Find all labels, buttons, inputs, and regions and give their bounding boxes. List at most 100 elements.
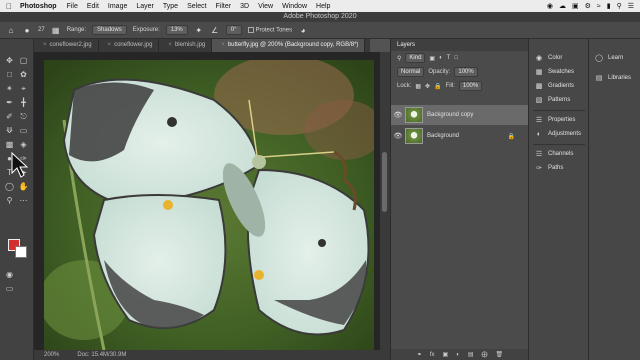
kind-filter-select[interactable]: Kind bbox=[405, 53, 426, 63]
airbrush-icon[interactable]: ✦ bbox=[194, 25, 204, 35]
brush-tool-icon[interactable]: ✐ bbox=[4, 111, 15, 122]
protect-tones-toggle[interactable]: Protect Tones bbox=[247, 26, 292, 33]
menu-type[interactable]: Type bbox=[163, 3, 178, 10]
quick-mask-icon[interactable]: ◉ bbox=[4, 269, 15, 280]
menu-app-name[interactable]: Photoshop bbox=[20, 3, 57, 10]
filter-type-icon[interactable]: T bbox=[447, 55, 451, 61]
camera-icon[interactable]: ▣ bbox=[572, 2, 579, 10]
adjustment-layer-icon[interactable]: ◐ bbox=[456, 352, 460, 358]
layer-row-background[interactable]: 👁 Background 🔒 bbox=[391, 126, 529, 146]
tab-butterfly[interactable]: × butterfly.jpg @ 200% (Background copy, … bbox=[212, 39, 366, 52]
panel-adjustments[interactable]: ◐ Adjustments bbox=[529, 128, 589, 140]
tab-coneflower[interactable]: × coneflower.jpg bbox=[99, 39, 160, 52]
menu-3d[interactable]: 3D bbox=[240, 3, 249, 10]
search-icon[interactable]: ⚲ bbox=[617, 2, 622, 10]
magic-wand-icon[interactable]: ✴ bbox=[4, 83, 15, 94]
control-center-icon[interactable]: ☰ bbox=[628, 2, 634, 10]
scrollbar-thumb[interactable] bbox=[382, 152, 387, 212]
panel-paths[interactable]: ✑ Paths bbox=[529, 162, 589, 174]
exposure-input[interactable]: 13% bbox=[165, 25, 188, 35]
eye-icon[interactable]: 👁 bbox=[391, 132, 405, 140]
menu-image[interactable]: Image bbox=[108, 3, 127, 10]
document-canvas[interactable] bbox=[34, 52, 380, 350]
menu-file[interactable]: File bbox=[67, 3, 78, 10]
eye-icon[interactable]: 👁 bbox=[391, 111, 405, 119]
eyedropper-icon[interactable]: ✒ bbox=[4, 97, 15, 108]
more-tools-icon[interactable]: ⋯ bbox=[18, 195, 29, 206]
lock-all-icon[interactable]: 🔒 bbox=[434, 83, 441, 90]
fx-button[interactable]: fx bbox=[430, 352, 435, 358]
lock-pixels-icon[interactable]: ▦ bbox=[415, 83, 421, 90]
panel-color[interactable]: ◉ Color bbox=[529, 52, 589, 64]
panel-learn[interactable]: ◯ Learn bbox=[589, 52, 640, 64]
panel-libraries[interactable]: ▤ Libraries bbox=[589, 72, 640, 84]
gradient-tool-icon[interactable]: ▩ bbox=[4, 139, 15, 150]
menu-select[interactable]: Select bbox=[187, 3, 206, 10]
screen-mode-icon[interactable]: ▭ bbox=[4, 283, 15, 294]
zoom-level[interactable]: 200% bbox=[44, 350, 59, 360]
background-color-swatch[interactable] bbox=[15, 246, 27, 258]
delete-layer-icon[interactable]: 🗑 bbox=[496, 351, 504, 358]
menu-layer[interactable]: Layer bbox=[136, 3, 154, 10]
wifi-icon[interactable]: ≈ bbox=[597, 3, 601, 10]
zoom-tool-icon[interactable]: ⚲ bbox=[4, 195, 15, 206]
lasso-tool-icon[interactable]: ✿ bbox=[18, 69, 29, 80]
group-icon[interactable]: ▤ bbox=[468, 351, 474, 358]
tab-coneflower2[interactable]: × coneflower2.jpg bbox=[34, 39, 99, 52]
artboard-tool-icon[interactable]: ▢ bbox=[18, 55, 29, 66]
filter-adjust-icon[interactable]: ◐ bbox=[439, 55, 443, 61]
history-brush-icon[interactable]: ⟱ bbox=[4, 125, 15, 136]
blur-tool-icon[interactable]: ◈ bbox=[18, 139, 29, 150]
panel-properties[interactable]: ☰ Properties bbox=[529, 114, 589, 126]
layers-tab[interactable]: Layers bbox=[397, 42, 415, 48]
link-layers-icon[interactable]: ⚭ bbox=[417, 351, 422, 358]
menu-filter[interactable]: Filter bbox=[216, 3, 232, 10]
fill-input[interactable]: 100% bbox=[458, 81, 483, 91]
eraser-icon[interactable]: ▭ bbox=[18, 125, 29, 136]
close-icon[interactable]: × bbox=[168, 42, 172, 48]
opacity-input[interactable]: 100% bbox=[454, 67, 478, 77]
protect-tones-checkbox[interactable] bbox=[247, 26, 254, 33]
gear-icon[interactable]: ⚙ bbox=[585, 2, 591, 10]
angle-input[interactable]: 0° bbox=[225, 25, 242, 35]
lock-position-icon[interactable]: ✥ bbox=[425, 83, 430, 90]
hand-tool-icon[interactable]: ✋ bbox=[18, 181, 29, 192]
panel-swatches[interactable]: ▦ Swatches bbox=[529, 66, 589, 78]
filter-image-icon[interactable]: ▣ bbox=[429, 55, 435, 62]
menu-edit[interactable]: Edit bbox=[87, 3, 99, 10]
panel-patterns[interactable]: ▧ Patterns bbox=[529, 94, 589, 106]
add-mask-icon[interactable]: ▣ bbox=[443, 351, 449, 358]
close-icon[interactable]: × bbox=[43, 42, 47, 48]
menu-help[interactable]: Help bbox=[316, 3, 330, 10]
menu-window[interactable]: Window bbox=[282, 3, 307, 10]
panel-gradients[interactable]: ▩ Gradients bbox=[529, 80, 589, 92]
tab-blemish[interactable]: × blemish.jpg bbox=[159, 39, 213, 52]
battery-icon[interactable]: ▮ bbox=[607, 2, 611, 10]
move-tool-icon[interactable]: ✥ bbox=[4, 55, 15, 66]
range-select[interactable]: Shadows bbox=[92, 25, 127, 35]
new-layer-icon[interactable]: ⨁ bbox=[482, 351, 488, 358]
marquee-tool-icon[interactable]: □ bbox=[4, 69, 15, 80]
brush-settings-icon[interactable]: ▦ bbox=[51, 25, 61, 35]
cloud-icon[interactable]: ☁ bbox=[559, 2, 566, 10]
crop-tool-icon[interactable]: ⌖ bbox=[18, 83, 29, 94]
home-icon[interactable]: ⌂ bbox=[6, 25, 16, 35]
pressure-icon[interactable]: ◕ bbox=[298, 25, 308, 35]
apple-menu-icon[interactable]:  bbox=[6, 2, 12, 11]
doc-size[interactable]: Doc: 15.4M/30.9M bbox=[77, 350, 126, 360]
lock-icon[interactable]: 🔒 bbox=[508, 133, 515, 140]
filter-shape-icon[interactable]: □ bbox=[454, 55, 458, 61]
clone-stamp-icon[interactable]: ⎋ bbox=[18, 111, 29, 122]
shape-tool-icon[interactable]: ◯ bbox=[4, 181, 15, 192]
close-icon[interactable]: × bbox=[221, 42, 225, 48]
dodge-tool-preset-icon[interactable]: ● bbox=[22, 25, 32, 35]
blend-mode-select[interactable]: Normal bbox=[397, 67, 425, 77]
menu-view[interactable]: View bbox=[258, 3, 273, 10]
brush-size-value[interactable]: 27 bbox=[38, 27, 45, 33]
canvas-scrollbar[interactable] bbox=[380, 52, 390, 360]
layer-row-background-copy[interactable]: 👁 Background copy bbox=[391, 105, 529, 125]
close-icon[interactable]: × bbox=[108, 42, 112, 48]
bluetooth-icon[interactable]: ◉ bbox=[547, 2, 553, 10]
panel-channels[interactable]: ☲ Channels bbox=[529, 148, 589, 160]
healing-brush-icon[interactable]: ╋ bbox=[18, 97, 29, 108]
